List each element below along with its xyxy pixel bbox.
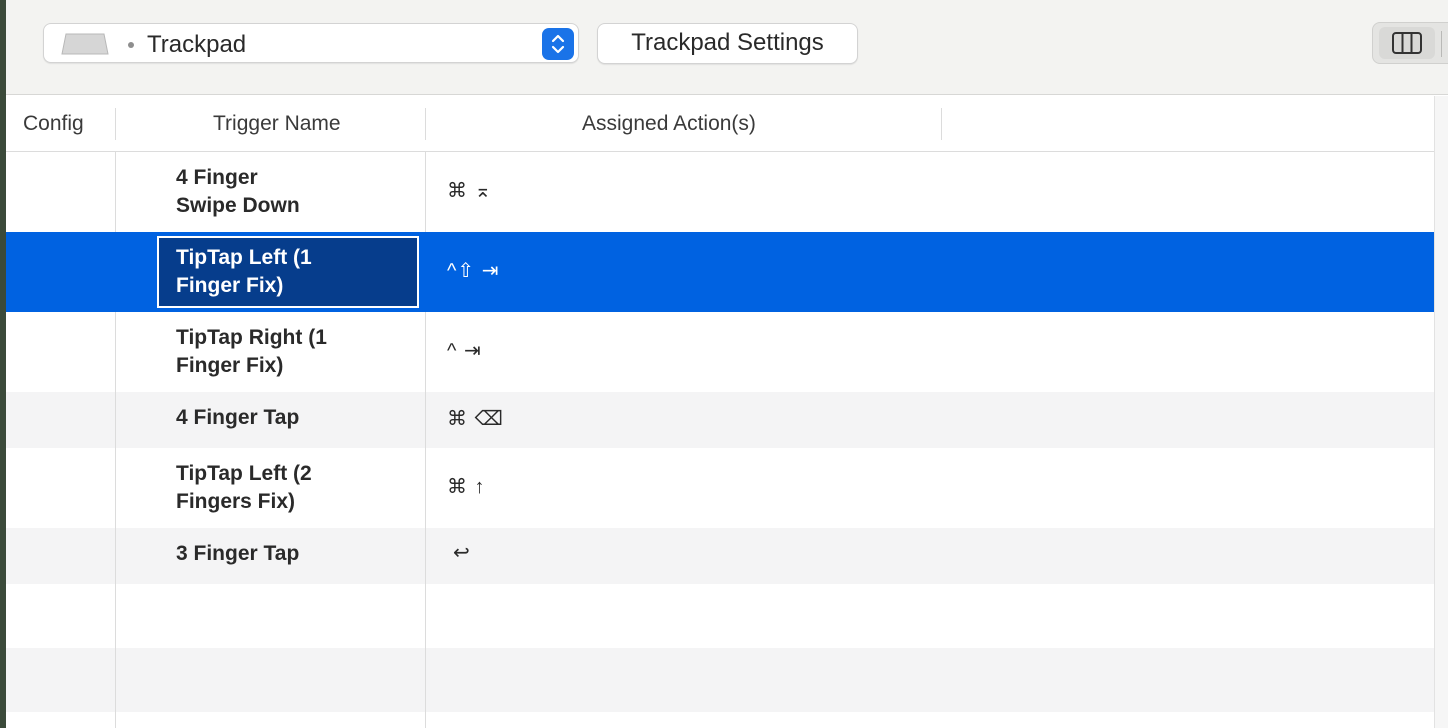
column-header-trigger-name[interactable]: Trigger Name [213,112,341,136]
trackpad-settings-button[interactable]: Trackpad Settings [597,23,858,64]
table-row[interactable]: 4 Finger Tap ⌘ ⌫ [6,392,1434,448]
right-panel-edge [1434,96,1448,728]
column-view-icon[interactable] [1379,27,1435,59]
column-header-config[interactable]: Config [23,112,84,136]
empty-row [6,712,1434,728]
trigger-name-line: Fingers Fix) [176,490,296,513]
table-row[interactable]: TipTap Right (1 Finger Fix) ^ ⇥ [6,312,1434,392]
trigger-name-line: 4 Finger [176,166,258,189]
empty-row [6,584,1434,648]
table-row-selected[interactable]: TipTap Left (1 Finger Fix) ^⇧ ⇥ [6,232,1434,312]
trigger-name-line: Finger Fix) [176,354,284,377]
trigger-name-line: TipTap Left (1 [176,246,312,269]
trigger-name: TipTap Left (2 Fingers Fix) [176,460,312,516]
trigger-name-line: TipTap Left (2 [176,462,312,485]
table-row[interactable]: 4 Finger Swipe Down ⌘ ⌅ [6,152,1434,232]
separator-dot [128,42,134,48]
trigger-name-line: Swipe Down [176,194,300,217]
table-header: Config Trigger Name Assigned Action(s) [6,96,1434,152]
column-divider[interactable] [115,108,116,140]
view-toggle[interactable] [1372,22,1448,64]
trigger-name: 4 Finger Tap [176,404,299,432]
empty-row [6,648,1434,712]
column-divider[interactable] [941,108,942,140]
trigger-name-line: TipTap Right (1 [176,326,327,349]
assigned-action: ⌘ ⌅ [447,180,493,202]
updown-chevron-icon[interactable] [542,28,574,60]
trackpad-icon [61,33,109,55]
column-divider[interactable] [425,108,426,140]
device-select[interactable]: Trackpad [43,23,579,63]
device-label: Trackpad [147,31,247,58]
triggers-table: Config Trigger Name Assigned Action(s) 4… [6,96,1434,728]
assigned-action: ↩ [453,542,471,564]
trigger-name-line: Finger Fix) [176,274,284,297]
assigned-action: ⌘ ↑ [447,476,486,498]
assigned-action: ⌘ ⌫ [447,408,504,430]
trigger-name: 3 Finger Tap [176,540,299,568]
trigger-name-line: 4 Finger Tap [176,406,300,429]
assigned-action: ^ ⇥ [447,340,482,362]
column-header-assigned-actions[interactable]: Assigned Action(s) [582,112,756,136]
trigger-name: 4 Finger Swipe Down [176,164,300,220]
trigger-name: TipTap Left (1 Finger Fix) [176,244,312,300]
table-row[interactable]: TipTap Left (2 Fingers Fix) ⌘ ↑ [6,448,1434,528]
toolbar: Trackpad Trackpad Settings [6,0,1448,95]
assigned-action: ^⇧ ⇥ [447,260,500,282]
trigger-name-line: 3 Finger Tap [176,542,300,565]
table-row[interactable]: 3 Finger Tap ↩ [6,528,1434,584]
segment-divider [1441,31,1442,57]
trigger-name: TipTap Right (1 Finger Fix) [176,324,327,380]
